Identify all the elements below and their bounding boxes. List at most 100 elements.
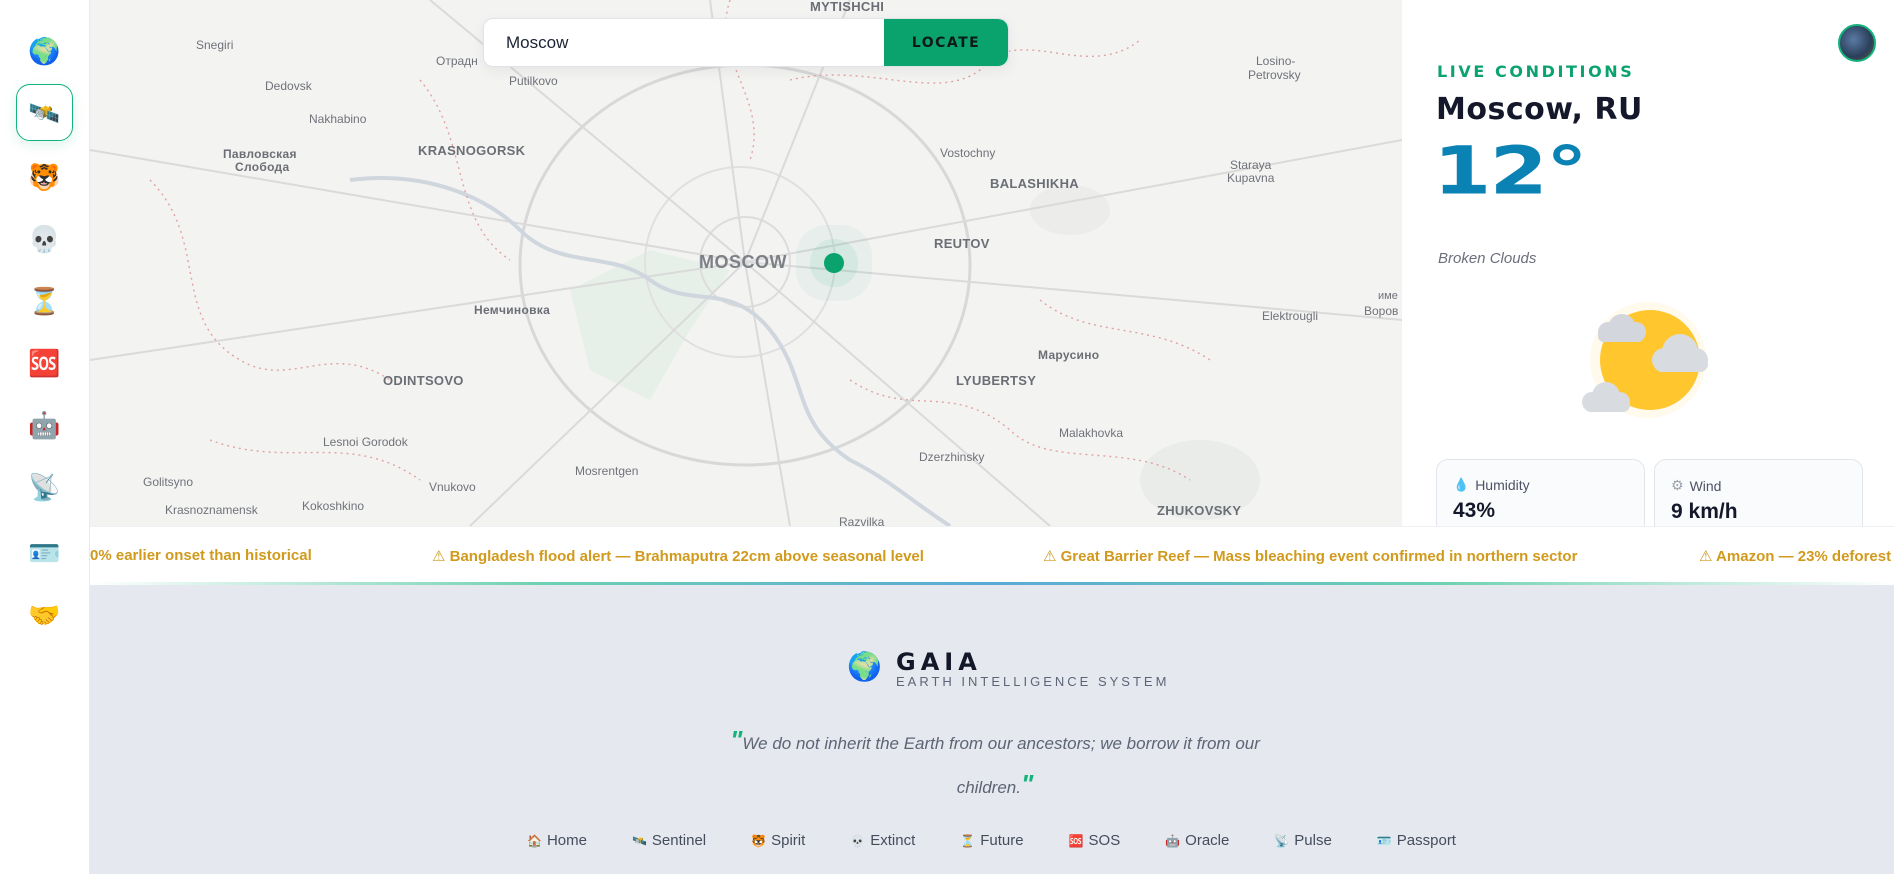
sidebar-item-extinct[interactable]: 💀	[16, 210, 73, 267]
map[interactable]: MYTISHCHI Snegiri Отрадн Putilkovo Dedov…	[90, 0, 1402, 526]
tiger-icon: 🐯	[751, 833, 767, 848]
globe-icon: 🌍	[28, 35, 61, 66]
sidebar-item-oracle[interactable]: 🤖	[16, 396, 73, 453]
sidebar-item-sentinel[interactable]: 🛰️	[16, 84, 73, 141]
ticker-item: ⚠ Amazon — 23% deforest	[1699, 548, 1892, 565]
broken-clouds-icon	[1582, 302, 1708, 418]
sidebar-item-pulse[interactable]: 📡	[16, 458, 73, 515]
footer-link-label: Sentinel	[651, 832, 707, 849]
robot-icon: 🤖	[1165, 833, 1181, 848]
sidebar-item-globe[interactable]: 🌍	[16, 22, 73, 79]
map-label-kokoshkino: Kokoshkino	[302, 499, 365, 513]
humidity-value: 43%	[1453, 499, 1496, 522]
weather-description: Broken Clouds	[1438, 250, 1537, 267]
quote-close-mark: "	[1020, 769, 1034, 799]
map-label-ime-1: име	[1378, 290, 1398, 302]
map-label-dedovsk: Dedovsk	[265, 79, 312, 93]
globe-icon: 🌍	[847, 651, 882, 682]
user-avatar[interactable]	[1838, 24, 1876, 62]
footer-link-sos[interactable]: 🆘 SOS	[1069, 832, 1121, 849]
map-label-malakhovka: Malakhovka	[1059, 426, 1124, 440]
map-label-dzerzhinsky: Dzerzhinsky	[919, 450, 985, 464]
location-pin[interactable]	[824, 253, 844, 273]
sos-icon: 🆘	[1068, 833, 1084, 848]
quote-open-mark: "	[730, 725, 743, 755]
ticker-item: ⚠ Great Barrier Reef — Mass bleaching ev…	[1043, 548, 1578, 565]
footer-link-oracle[interactable]: 🤖 Oracle	[1165, 832, 1229, 849]
footer-quote: "We do not inherit the Earth from our an…	[700, 720, 1290, 808]
home-icon: 🏠	[527, 833, 542, 848]
footer-link-label: Extinct	[870, 832, 916, 849]
map-label-elektrougli: Elektrougli	[1262, 309, 1319, 323]
conditions-heading: LIVE CONDITIONS	[1437, 62, 1635, 81]
map-label-razvilka: Razvilka	[839, 515, 885, 526]
map-label-krasnoznamensk: Krasnoznamensk	[165, 503, 258, 517]
map-label-ime-2: Воров	[1364, 304, 1399, 318]
footer-link-label: Passport	[1396, 832, 1456, 849]
map-label-moscow: MOSCOW	[699, 252, 787, 272]
sidebar-item-sos[interactable]: 🆘	[16, 334, 73, 391]
ticker-item: ⚠ Bangladesh flood alert — Brahmaputra 2…	[432, 548, 924, 565]
footer-link-label: Home	[546, 832, 587, 849]
humidity-label: Humidity	[1475, 477, 1530, 493]
locate-button[interactable]: LOCATE	[884, 19, 1008, 66]
map-label-lyubertsy: LYUBERTSY	[956, 373, 1037, 388]
map-label-losino-2: Petrovsky	[1248, 68, 1301, 82]
brand-name: GAIA	[896, 648, 982, 676]
satellite-dish-icon: 📡	[1274, 833, 1290, 848]
city-search-input[interactable]	[484, 19, 884, 66]
map-label-putilkovo: Putilkovo	[509, 74, 558, 88]
footer-link-pulse[interactable]: 📡 Pulse	[1274, 832, 1331, 849]
map-label-pavlovskaya-1: Павловская	[223, 147, 297, 161]
droplet-icon: 💧	[1453, 477, 1470, 492]
map-label-golitsyno: Golitsyno	[143, 475, 194, 489]
ticker-item: 0% earlier onset than historical	[90, 547, 312, 564]
id-card-icon: 🪪	[28, 537, 61, 568]
footer-link-label: Oracle	[1185, 832, 1230, 849]
footer-link-extinct[interactable]: 💀 Extinct	[850, 832, 915, 849]
id-card-icon: 🪪	[1376, 833, 1392, 848]
footer-link-label: Future	[980, 832, 1024, 849]
map-label-nemchinovka: Немчиновка	[474, 303, 551, 317]
wind-value: 9 km/h	[1671, 500, 1738, 523]
map-label-balashikha: BALASHIKHA	[990, 176, 1079, 191]
temperature-value: 12°	[1433, 132, 1588, 209]
map-label-zhukovsky: ZHUKOVSKY	[1157, 503, 1242, 518]
footer-link-future[interactable]: ⏳ Future	[960, 832, 1023, 849]
sidebar-item-passport[interactable]: 🪪	[16, 524, 73, 581]
sidebar-item-future[interactable]: ⏳	[16, 272, 73, 329]
alert-ticker: 0% earlier onset than historical ⚠ Bangl…	[90, 526, 1894, 582]
map-label-lesnoi-gorodok: Lesnoi Gorodok	[323, 435, 408, 449]
skull-icon: 💀	[28, 223, 61, 254]
map-label-vnukovo: Vnukovo	[429, 480, 476, 494]
map-label-vostochny: Vostochny	[940, 146, 996, 160]
map-label-otradnoe: Отрадн	[436, 54, 478, 68]
brand-tagline: EARTH INTELLIGENCE SYSTEM	[896, 674, 1170, 689]
sidebar: 🌍 🛰️ 🐯 💀 ⏳ 🆘 🤖 📡 🪪 🤝	[0, 0, 90, 874]
skull-icon: 💀	[850, 833, 866, 848]
footer-link-home[interactable]: 🏠 Home	[527, 832, 587, 849]
footer-link-passport[interactable]: 🪪 Passport	[1377, 832, 1456, 849]
footer-link-label: SOS	[1088, 832, 1121, 849]
hourglass-icon: ⏳	[28, 285, 61, 316]
wind-icon: ⚙	[1671, 477, 1684, 493]
handshake-icon: 🤝	[28, 599, 61, 630]
location-name: Moscow, RU	[1436, 92, 1643, 127]
map-label-reutov: REUTOV	[934, 236, 990, 251]
footer-nav: 🏠 Home 🛰️ Sentinel 🐯 Spirit 💀 Extinct ⏳ Futur…	[527, 832, 1501, 849]
map-label-staraya-2: Kupavna	[1227, 171, 1275, 185]
map-label-losino-1: Losino-	[1256, 54, 1296, 68]
footer-link-label: Pulse	[1294, 832, 1332, 849]
sos-icon: 🆘	[28, 347, 61, 378]
map-label-krasnogorsk: KRASNOGORSK	[418, 143, 526, 158]
map-label-marusino: Марусино	[1038, 348, 1100, 362]
hourglass-icon: ⏳	[960, 833, 976, 848]
footer-link-spirit[interactable]: 🐯 Spirit	[751, 832, 805, 849]
map-label-mytishchi: MYTISHCHI	[810, 0, 885, 14]
robot-icon: 🤖	[28, 409, 61, 440]
satellite-icon: 🛰️	[631, 833, 647, 848]
sidebar-item-partners[interactable]: 🤝	[16, 586, 73, 643]
satellite-dish-icon: 📡	[28, 471, 61, 502]
sidebar-item-spirit[interactable]: 🐯	[16, 148, 73, 205]
footer-link-sentinel[interactable]: 🛰️ Sentinel	[632, 832, 706, 849]
